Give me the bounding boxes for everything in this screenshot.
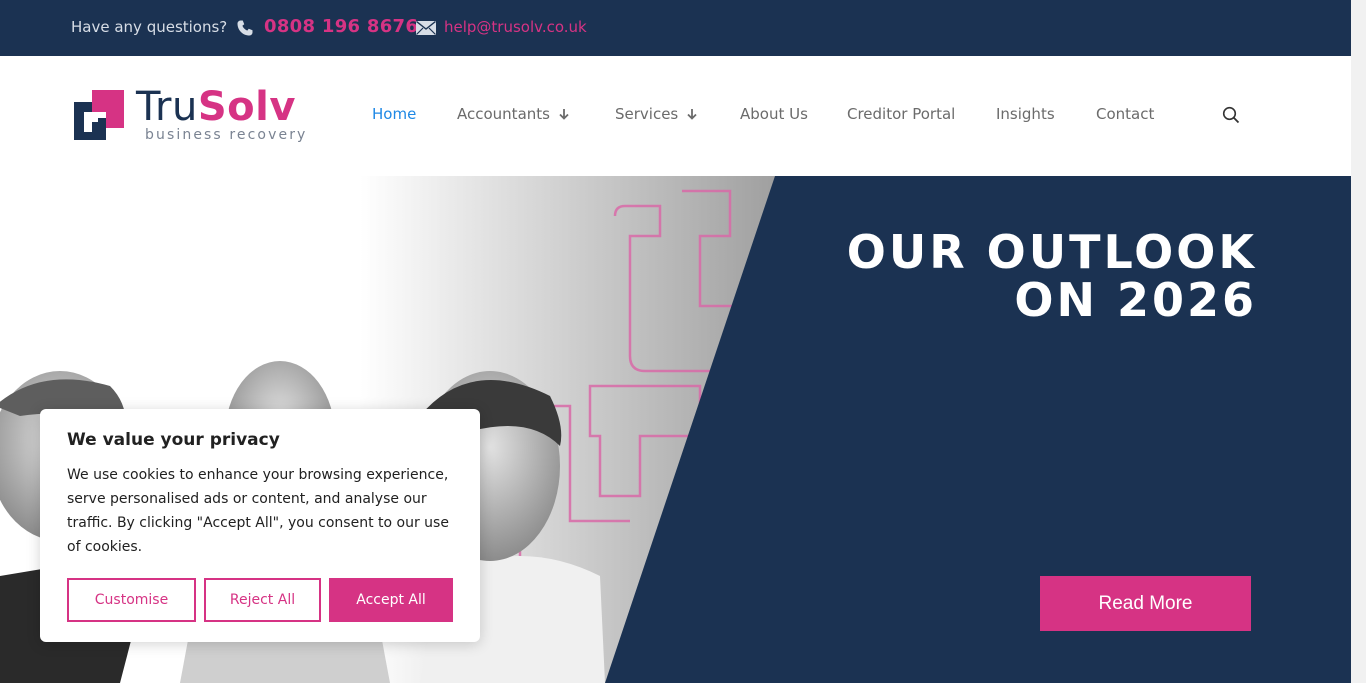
main-nav: Home Accountants Services About Us Credi… <box>0 105 1351 127</box>
chevron-down-icon <box>559 109 569 120</box>
customise-button[interactable]: Customise <box>67 578 196 622</box>
mail-icon <box>416 21 436 35</box>
logo-tagline: business recovery <box>145 127 308 143</box>
cookie-title: We value your privacy <box>67 430 280 450</box>
chevron-down-icon <box>687 109 697 120</box>
read-more-button[interactable]: Read More <box>1040 576 1251 631</box>
phone-link[interactable]: 0808 196 8676 <box>264 16 418 37</box>
accept-all-button[interactable]: Accept All <box>329 578 453 622</box>
search-icon[interactable] <box>1222 106 1240 124</box>
cookie-consent-banner: We value your privacy We use cookies to … <box>40 409 480 642</box>
nav-insights[interactable]: Insights <box>996 105 1055 123</box>
nav-accountants[interactable]: Accountants <box>457 105 570 123</box>
cookie-body: We use cookies to enhance your browsing … <box>67 467 449 555</box>
top-contact-bar: Have any questions? 0808 196 8676 help@t… <box>0 0 1351 56</box>
nav-services[interactable]: Services <box>615 105 698 123</box>
nav-contact[interactable]: Contact <box>1096 105 1154 123</box>
nav-about-us[interactable]: About Us <box>740 105 808 123</box>
hero-headline: OUR OUTLOOK ON 2026 <box>846 225 1257 327</box>
nav-home[interactable]: Home <box>372 105 416 123</box>
email-link[interactable]: help@trusolv.co.uk <box>444 18 587 36</box>
reject-all-button[interactable]: Reject All <box>204 578 321 622</box>
questions-text: Have any questions? <box>71 18 228 36</box>
phone-icon <box>237 20 253 36</box>
nav-creditor-portal[interactable]: Creditor Portal <box>847 105 955 123</box>
site-header: TruSolv business recovery Home Accountan… <box>0 56 1351 176</box>
page-scrollbar[interactable] <box>1351 0 1366 683</box>
